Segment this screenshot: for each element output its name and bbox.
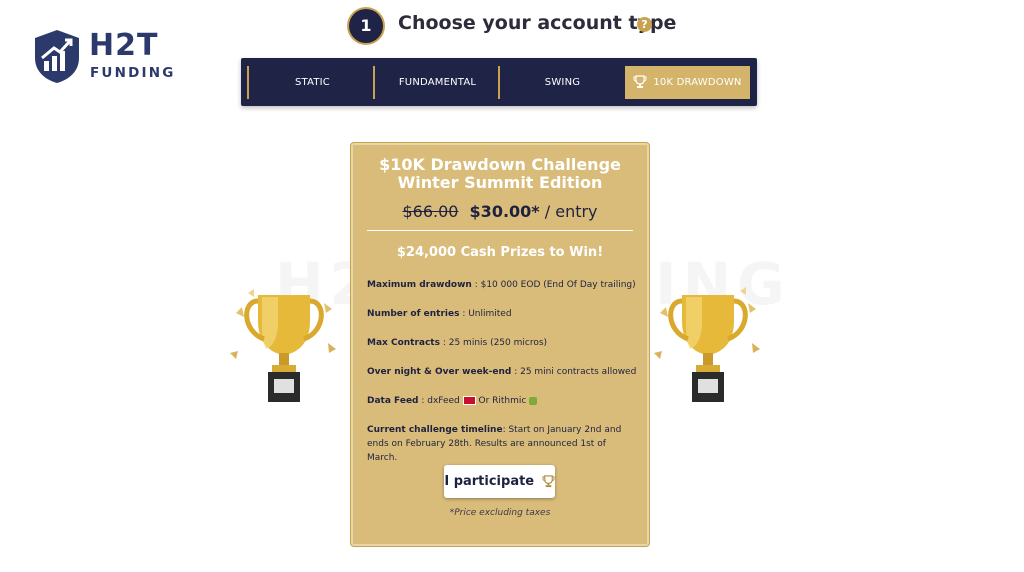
price-suffix: / entry: [539, 202, 598, 221]
tab-10k-drawdown[interactable]: 10K DRAWDOWN: [625, 66, 750, 99]
feature-timeline: Current challenge timeline: Start on Jan…: [367, 423, 637, 465]
feature-max-drawdown: Maximum drawdown : $10 000 EOD (End Of D…: [367, 278, 637, 292]
participate-label: I participate: [444, 474, 535, 489]
trophy-icon: [542, 475, 555, 488]
feature-max-contracts: Max Contracts : 25 minis (250 micros): [367, 336, 637, 350]
feature-value: Or Rithmic: [475, 396, 530, 406]
help-icon[interactable]: ?: [637, 17, 652, 32]
feature-data-feed: Data Feed : dxFeed Or Rithmic: [367, 394, 637, 408]
account-type-tabs: STATIC FUNDAMENTAL SWING 10K DRAWDOWN: [241, 58, 757, 106]
feature-label: Over night & Over week-end: [367, 367, 512, 377]
divider: [367, 230, 633, 231]
feature-value: : dxFeed: [418, 396, 463, 406]
challenge-card: $10K Drawdown Challenge Winter Summit Ed…: [351, 143, 649, 546]
feature-value: : Unlimited: [459, 309, 512, 319]
trophy-right-icon: [654, 287, 760, 402]
card-title: $10K Drawdown Challenge Winter Summit Ed…: [353, 156, 647, 192]
tab-label: SWING: [544, 77, 581, 88]
card-title-line1: $10K Drawdown Challenge: [379, 155, 621, 174]
feature-value: : $10 000 EOD (End Of Day trailing): [471, 280, 636, 290]
leaf-icon: [529, 396, 538, 405]
brand-subname: FUNDING: [90, 65, 176, 81]
price-note: *Price excluding taxes: [449, 508, 551, 518]
brand-name: H2T: [89, 28, 159, 63]
shield-logo-icon: [35, 30, 79, 83]
tab-fundamental[interactable]: FUNDAMENTAL: [375, 66, 500, 99]
old-price: $66.00: [402, 202, 459, 221]
trophy-icon: [633, 75, 647, 88]
prize-headline: $24,000 Cash Prizes to Win!: [396, 245, 604, 260]
tab-swing[interactable]: SWING: [500, 66, 625, 99]
brand-logo[interactable]: H2T FUNDING: [32, 28, 182, 88]
step-number-badge: 1: [349, 9, 383, 43]
tab-label: STATIC: [295, 77, 330, 88]
feature-value: : 25 mini contracts allowed: [511, 367, 637, 377]
tab-label: FUNDAMENTAL: [398, 77, 477, 88]
feature-label: Maximum drawdown: [367, 280, 472, 290]
feature-label: Max Contracts: [367, 338, 440, 348]
feature-value: : 25 minis (250 micros): [439, 338, 548, 348]
tab-divider: [247, 66, 249, 99]
feature-overnight: Over night & Over week-end : 25 mini con…: [367, 365, 637, 379]
feature-label: Data Feed: [367, 396, 419, 406]
step-title: Choose your account type: [398, 12, 677, 34]
flag-icon: [462, 396, 476, 405]
tab-label: 10K DRAWDOWN: [653, 77, 742, 88]
feature-label: Current challenge timeline: [367, 425, 503, 435]
price-row: $66.00 $30.00* / entry: [353, 202, 647, 221]
new-price: $30.00*: [469, 202, 540, 221]
feature-entries: Number of entries : Unlimited: [367, 307, 637, 321]
participate-button[interactable]: I participate: [444, 465, 555, 498]
feature-label: Number of entries: [367, 309, 460, 319]
trophy-left-icon: [230, 289, 336, 402]
card-title-line2: Winter Summit Edition: [397, 173, 603, 192]
tab-static[interactable]: STATIC: [250, 66, 375, 99]
